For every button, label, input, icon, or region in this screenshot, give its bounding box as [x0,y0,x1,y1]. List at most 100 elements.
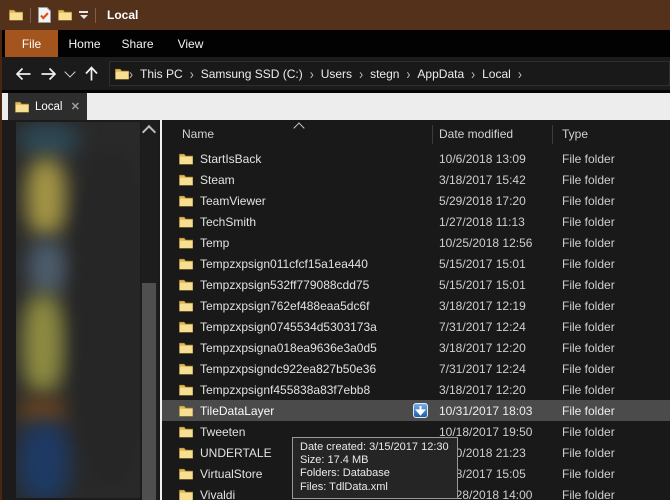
column-divider[interactable] [552,125,553,144]
file-type: File folder [552,320,615,334]
folder-icon [179,489,193,500]
ribbon-tab-share[interactable]: Share [111,30,164,57]
file-date-modified: 3/18/2017 12:20 [432,341,552,355]
close-icon[interactable]: ✕ [71,100,80,113]
file-name: Steam [200,173,235,187]
ribbon-tab-home[interactable]: Home [58,30,111,57]
window-title: Local [107,8,138,22]
file-type: File folder [552,278,615,292]
file-date-modified: 3/18/2017 15:42 [432,173,552,187]
table-row[interactable]: Steam 3/18/2017 15:42 File folder [162,169,670,190]
address-bar: ›This PC›Samsung SSD (C:)›Users›stegn›Ap… [0,57,670,90]
table-row[interactable]: Tempzxpsign011cfcf15a1ea440 5/15/2017 15… [162,253,670,274]
folder-icon [179,405,193,417]
folder-icon [179,174,193,186]
column-header-date-modified[interactable]: Date modified [432,127,552,141]
chevron-right-icon: › [359,65,363,82]
folder-icon [15,101,29,113]
chevron-right-icon: › [406,65,410,82]
folder-icon [179,153,193,165]
file-type: File folder [552,215,615,229]
table-row[interactable]: TechSmith 1/27/2018 11:13 File folder [162,211,670,232]
breadcrumb-item-local[interactable]: Local [475,67,518,81]
file-type: File folder [552,467,615,481]
folder-icon [179,195,193,207]
forward-icon[interactable] [36,62,62,86]
folder-icon [179,468,193,480]
main-content: Name Date modified Type StartIsBack 10/6… [0,120,670,500]
folder-icon [179,426,193,438]
ribbon-tab-file[interactable]: File [5,30,58,57]
folder-icon [179,279,193,291]
breadcrumb-item-appdata[interactable]: AppData [410,67,471,81]
quick-access-folder-icon[interactable] [9,4,23,26]
table-row[interactable]: Tempzxpsigna018ea9636e3a0d5 3/18/2017 12… [162,337,670,358]
file-name: VirtualStore [200,467,262,481]
column-header-type[interactable]: Type [552,127,588,141]
tab-label: Local [35,101,63,113]
file-name: Tempzxpsign011cfcf15a1ea440 [200,257,368,271]
table-row[interactable]: TeamViewer 5/29/2018 17:20 File folder [162,190,670,211]
tooltip: Date created: 3/15/2017 12:30Size: 17.4 … [292,437,458,499]
file-type: File folder [552,341,615,355]
back-icon[interactable] [10,62,36,86]
file-type: File folder [552,362,615,376]
up-icon[interactable] [78,62,104,86]
file-type: File folder [552,488,615,500]
file-name: Tempzxpsigna018ea9636e3a0d5 [200,341,377,355]
file-name: Temp [200,236,229,250]
file-date-modified: 1/27/2018 11:13 [432,215,552,229]
file-name: Vivaldi [200,488,235,500]
table-row[interactable]: Tempzxpsign762ef488eaa5dc6f 3/18/2017 12… [162,295,670,316]
tab-local[interactable]: Local ✕ [8,93,87,120]
breadcrumb[interactable]: ›This PC›Samsung SSD (C:)›Users›stegn›Ap… [109,61,670,86]
scrollbar-thumb[interactable] [142,283,156,500]
file-name: StartIsBack [200,152,261,166]
tooltip-line: Files: TdlData.xml [300,481,449,494]
folder-icon [179,300,193,312]
file-date-modified: 7/31/2017 12:24 [432,362,552,376]
file-date-modified: 7/31/2017 12:24 [432,320,552,334]
tooltip-line: Size: 17.4 MB [300,454,449,467]
table-row[interactable]: Temp 10/25/2018 12:56 File folder [162,232,670,253]
column-headers: Name Date modified Type [162,120,670,148]
file-type: File folder [552,425,615,439]
address-folder-icon [115,68,129,80]
navigation-pane[interactable] [0,120,162,500]
table-row[interactable]: TileDataLayer 10/31/2017 18:03 File fold… [162,400,670,421]
column-divider[interactable] [432,125,433,144]
table-row[interactable]: StartIsBack 10/6/2018 13:09 File folder [162,148,670,169]
breadcrumb-item-samsung-ssd-c-[interactable]: Samsung SSD (C:) [194,67,310,81]
file-date-modified: 3/18/2017 12:19 [432,299,552,313]
properties-checklist-icon[interactable] [38,4,51,26]
recent-locations-chevron-icon[interactable] [62,62,78,86]
quick-access-folder-icon-2[interactable] [58,4,72,26]
ribbon-tab-view[interactable]: View [164,30,217,57]
folder-icon [179,342,193,354]
folder-icon [179,384,193,396]
chevron-right-icon: › [310,65,314,82]
breadcrumb-item-users[interactable]: Users [314,67,359,81]
chevron-right-icon: › [129,65,133,82]
folder-icon [179,216,193,228]
file-type: File folder [552,446,615,460]
breadcrumb-item-this-pc[interactable]: This PC [133,67,190,81]
window-border [0,30,2,500]
file-name: Tempzxpsigndc922ea827b50e36 [200,362,376,376]
table-row[interactable]: Tempzxpsign532ff779088cdd75 5/15/2017 15… [162,274,670,295]
title-bar: Local [0,0,670,30]
table-row[interactable]: Tempzxpsign0745534d5303173a 7/31/2017 12… [162,316,670,337]
file-type: File folder [552,236,615,250]
tooltip-line: Date created: 3/15/2017 12:30 [300,441,449,454]
table-row[interactable]: Tempzxpsignf455838a83f7ebb8 3/18/2017 12… [162,379,670,400]
file-list-pane: Name Date modified Type StartIsBack 10/6… [162,120,670,500]
breadcrumb-item-stegn[interactable]: stegn [363,67,406,81]
toolbar-dropdown-icon[interactable] [79,4,88,26]
ribbon-tabs: FileHomeShareView [0,30,670,57]
folder-icon [179,321,193,333]
folder-icon [179,447,193,459]
file-type: File folder [552,194,615,208]
table-row[interactable]: Tempzxpsigndc922ea827b50e36 7/31/2017 12… [162,358,670,379]
file-date-modified: 10/6/2018 13:09 [432,152,552,166]
file-name: UNDERTALE [200,446,272,460]
